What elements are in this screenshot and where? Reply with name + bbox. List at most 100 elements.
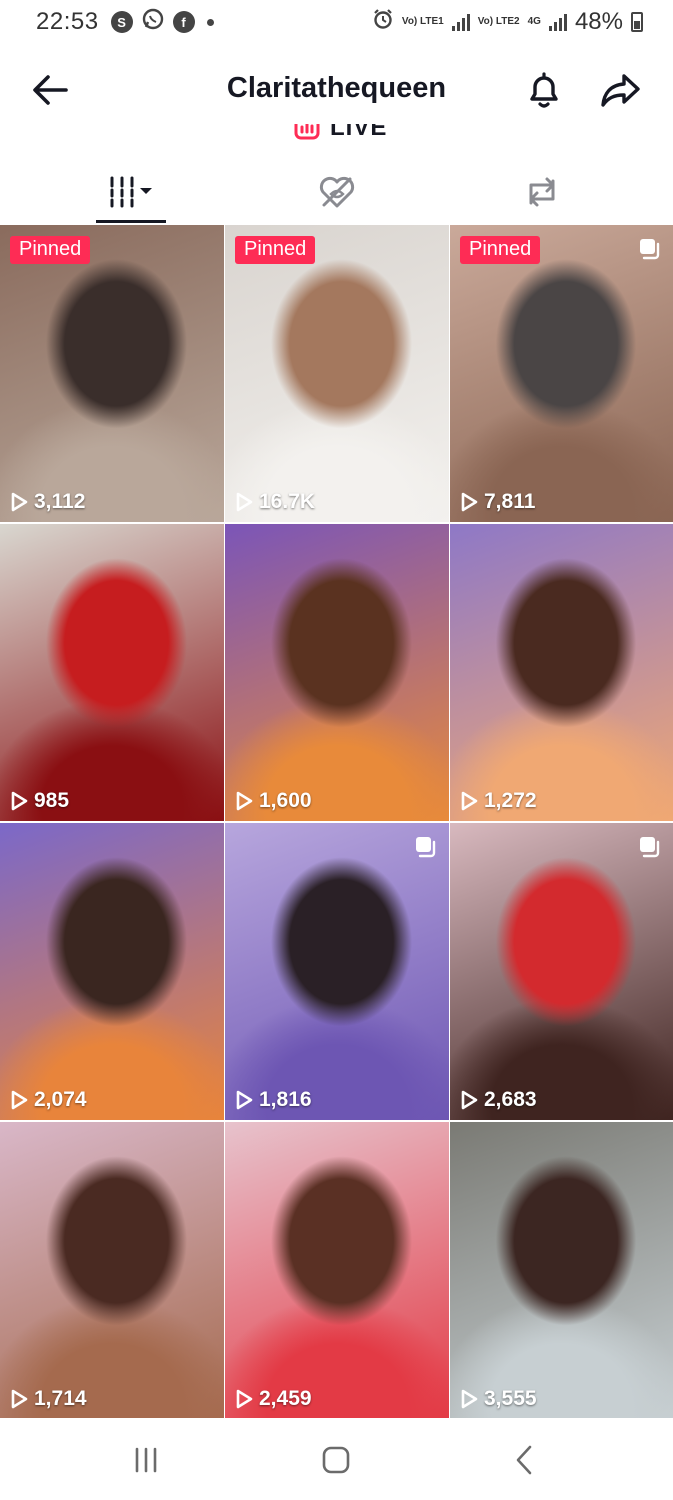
video-thumbnail [0, 225, 224, 522]
video-tile[interactable]: 985 [0, 524, 224, 821]
video-tile[interactable]: Pinned 3,112 [0, 225, 224, 522]
view-count-value: 3,112 [34, 490, 86, 513]
view-count: 985 [10, 789, 69, 813]
view-count-value: 16.7K [259, 490, 316, 513]
play-icon [461, 492, 478, 512]
view-count: 2,459 [235, 1387, 312, 1411]
view-count: 1,600 [235, 789, 312, 813]
play-icon [236, 791, 253, 811]
status-time: 22:53 [36, 8, 99, 35]
live-icon [294, 124, 320, 140]
status-left: 22:53 S f [36, 7, 214, 37]
video-thumbnail [225, 225, 449, 522]
play-icon [236, 492, 253, 512]
video-thumbnail [0, 1122, 224, 1419]
view-count-value: 1,714 [34, 1387, 87, 1410]
view-count-value: 1,272 [484, 789, 537, 812]
status-bar: 22:53 S f Vo) LTE1 Vo) LTE2 4G 48% [0, 0, 673, 44]
signal-bars-icon [548, 13, 567, 31]
video-tile[interactable]: 2,683 [450, 823, 673, 1120]
grid-bars-icon [110, 176, 152, 208]
home-icon [322, 1446, 350, 1474]
video-tile[interactable]: 1,714 [0, 1122, 224, 1419]
video-tile[interactable]: 2,459 [225, 1122, 449, 1419]
play-icon [461, 1389, 478, 1409]
system-back-button[interactable] [504, 1444, 544, 1476]
video-tile[interactable]: 2,074 [0, 823, 224, 1120]
repost-icon [529, 177, 555, 207]
profile-tabs [0, 160, 673, 224]
sim1-label: Vo) LTE1 [401, 16, 444, 27]
alarm-icon [372, 8, 394, 36]
battery-icon [631, 12, 643, 32]
video-tile[interactable]: 3,555 [450, 1122, 673, 1419]
view-count: 1,816 [235, 1088, 312, 1112]
video-thumbnail [450, 1122, 673, 1419]
video-tile[interactable]: Pinned 7,811 [450, 225, 673, 522]
video-thumbnail [225, 1122, 449, 1419]
video-thumbnail [450, 225, 673, 522]
live-label: LIVE [330, 124, 388, 141]
view-count-value: 1,600 [259, 789, 312, 812]
signal-bars-icon [451, 13, 470, 31]
android-nav-bar [0, 1418, 673, 1500]
share-button[interactable] [598, 68, 642, 112]
video-thumbnail [0, 524, 224, 821]
pinned-badge: Pinned [10, 236, 91, 264]
profile-header: Claritathequeen [0, 58, 673, 122]
bell-icon [530, 72, 558, 108]
video-tile[interactable]: 1,816 [225, 823, 449, 1120]
view-count: 16.7K [235, 490, 315, 514]
home-button[interactable] [316, 1444, 356, 1476]
battery-percent: 48% [574, 8, 623, 35]
photo-carousel-icon [640, 837, 660, 858]
video-thumbnail [225, 823, 449, 1120]
view-count-value: 3,555 [484, 1387, 537, 1410]
sim2-label: Vo) LTE2 [477, 16, 520, 27]
s-app-icon: S [110, 11, 133, 33]
view-count: 3,112 [10, 490, 85, 514]
back-chevron-icon [516, 1445, 532, 1475]
view-count-value: 2,074 [34, 1088, 87, 1111]
whatsapp-icon [141, 7, 165, 37]
view-count: 1,272 [460, 789, 537, 813]
view-count: 2,683 [460, 1088, 537, 1112]
tab-liked[interactable] [287, 160, 387, 224]
video-tile[interactable]: 1,272 [450, 524, 673, 821]
notification-bell-button[interactable] [522, 68, 566, 112]
view-count: 1,714 [10, 1387, 87, 1411]
video-thumbnail [225, 524, 449, 821]
notification-dot-icon [206, 18, 214, 26]
page-title: Claritathequeen [226, 72, 447, 104]
video-thumbnail [0, 823, 224, 1120]
video-tile[interactable]: Pinned 16.7K [225, 225, 449, 522]
play-icon [11, 1090, 28, 1110]
tab-videos[interactable] [80, 160, 180, 224]
play-icon [461, 1090, 478, 1110]
share-arrow-icon [601, 74, 640, 107]
photo-carousel-icon [416, 837, 436, 858]
view-count: 3,555 [460, 1387, 537, 1411]
video-grid: Pinned 3,112 Pinned 16.7K Pinned 7,811 985 1,60… [0, 225, 673, 1419]
play-icon [236, 1389, 253, 1409]
view-count-value: 985 [34, 789, 70, 812]
video-thumbnail [450, 823, 673, 1120]
video-tile[interactable]: 1,600 [225, 524, 449, 821]
facebook-icon: f [172, 11, 195, 33]
view-count: 2,074 [10, 1088, 87, 1112]
live-indicator[interactable]: LIVE [0, 124, 673, 150]
view-count-value: 7,811 [484, 490, 536, 513]
status-right: Vo) LTE1 Vo) LTE2 4G 48% [372, 8, 643, 36]
video-thumbnail [450, 524, 673, 821]
network-type: 4G [527, 16, 541, 27]
active-tab-indicator [96, 220, 166, 223]
view-count-value: 2,683 [484, 1088, 537, 1111]
pinned-badge: Pinned [235, 236, 316, 264]
recents-icon [135, 1447, 157, 1473]
tab-reposts[interactable] [492, 160, 592, 224]
recents-button[interactable] [126, 1444, 166, 1476]
view-count: 7,811 [460, 490, 535, 514]
play-icon [11, 1389, 28, 1409]
play-icon [461, 791, 478, 811]
play-icon [11, 791, 28, 811]
